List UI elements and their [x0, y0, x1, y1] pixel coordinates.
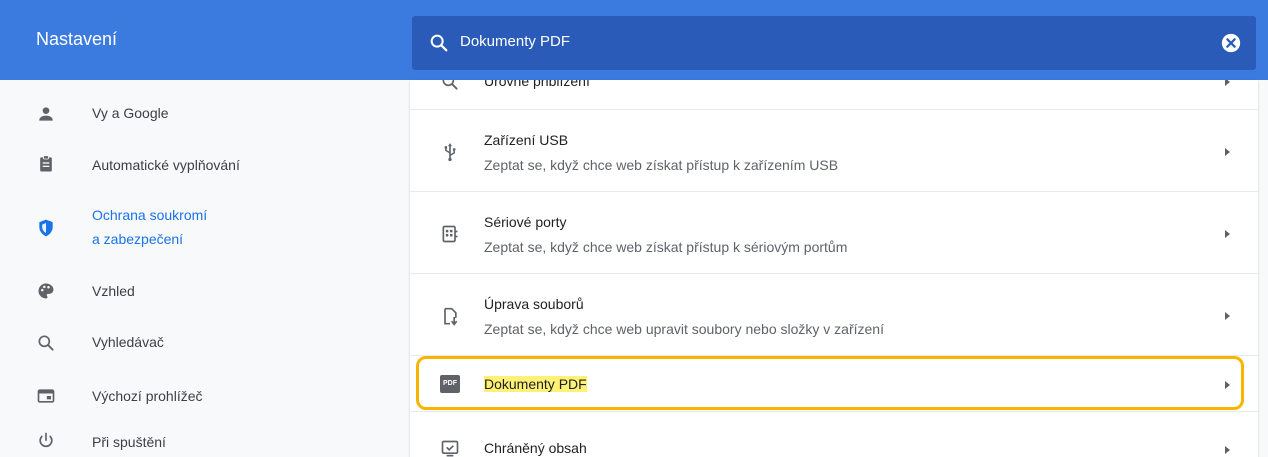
- settings-row-serial-ports[interactable]: Sériové porty Zeptat se, když chce web z…: [410, 192, 1258, 274]
- row-title: Chráněný obsah: [484, 440, 587, 456]
- clear-search-icon[interactable]: [1220, 32, 1242, 54]
- serial-port-icon: [442, 225, 458, 243]
- power-icon: [39, 432, 53, 448]
- settings-row-zoom-levels[interactable]: Úrovně přiblížení: [410, 80, 1258, 110]
- row-subtitle: Zeptat se, když chce web získat přístup …: [484, 157, 839, 173]
- sidebar-item-on-startup[interactable]: Při spuštění: [0, 431, 410, 457]
- chevron-right-icon: [1225, 80, 1230, 86]
- person-icon: [39, 107, 53, 121]
- focus-highlight-ring: [416, 356, 1244, 410]
- sidebar-item-label: Automatické vyplňování: [92, 157, 240, 173]
- sidebar-item-label: Vyhledávač: [92, 334, 164, 350]
- row-title: Zařízení USB: [484, 132, 569, 148]
- sidebar-item-label: Výchozí prohlížeč: [92, 388, 203, 404]
- row-title: Úprava souborů: [484, 296, 584, 312]
- settings-row-file-editing[interactable]: Úprava souborů Zeptat se, když chce web …: [410, 274, 1258, 356]
- sidebar-item-label: Vzhled: [92, 283, 135, 299]
- chevron-right-icon: [1225, 446, 1230, 454]
- search-icon: [430, 34, 448, 52]
- sidebar-item-default-browser[interactable]: Výchozí prohlížeč: [0, 385, 410, 425]
- sidebar-item-privacy-security[interactable]: Ochrana soukromí a zabezpečení: [0, 204, 410, 254]
- row-subtitle: Zeptat se, když chce web získat přístup …: [484, 239, 848, 255]
- page-title: Nastavení: [36, 29, 118, 49]
- sidebar-item-you-and-google[interactable]: Vy a Google: [0, 102, 410, 142]
- header-bar: Nastavení Dokumenty PDF: [0, 0, 1268, 80]
- browser-window-icon: [37, 389, 55, 403]
- sidebar-item-label: Vy a Google: [92, 105, 169, 121]
- sidebar-item-autofill[interactable]: Automatické vyplňování: [0, 152, 410, 192]
- sidebar: Vy a Google Automatické vyplňování Ochra…: [0, 80, 410, 457]
- sidebar-item-label: Při spuštění: [92, 434, 166, 450]
- usb-icon: [444, 143, 456, 162]
- search-icon: [38, 335, 54, 351]
- chevron-right-icon: [1225, 312, 1230, 320]
- protected-content-icon: [441, 440, 459, 457]
- row-subtitle: Zeptat se, když chce web upravit soubory…: [484, 321, 884, 337]
- sidebar-item-label-line2: a zabezpečení: [92, 231, 184, 247]
- zoom-icon: [442, 80, 458, 90]
- search-input[interactable]: Dokumenty PDF: [460, 33, 570, 50]
- row-title: Úrovně přiblížení: [484, 80, 590, 89]
- sidebar-item-label-line1: Ochrana soukromí: [92, 207, 208, 223]
- settings-row-protected-content[interactable]: Chráněný obsah: [410, 412, 1258, 457]
- row-title: Sériové porty: [484, 214, 567, 230]
- palette-icon: [38, 283, 54, 299]
- shield-icon: [39, 219, 53, 237]
- file-edit-icon: [444, 307, 458, 326]
- settings-row-usb-devices[interactable]: Zařízení USB Zeptat se, když chce web zí…: [410, 110, 1258, 192]
- sidebar-item-appearance[interactable]: Vzhled: [0, 280, 410, 320]
- search-bar[interactable]: Dokumenty PDF: [412, 16, 1256, 70]
- chevron-right-icon: [1225, 230, 1230, 238]
- sidebar-item-search-engine[interactable]: Vyhledávač: [0, 331, 410, 371]
- clipboard-icon: [40, 155, 52, 172]
- chevron-right-icon: [1225, 148, 1230, 156]
